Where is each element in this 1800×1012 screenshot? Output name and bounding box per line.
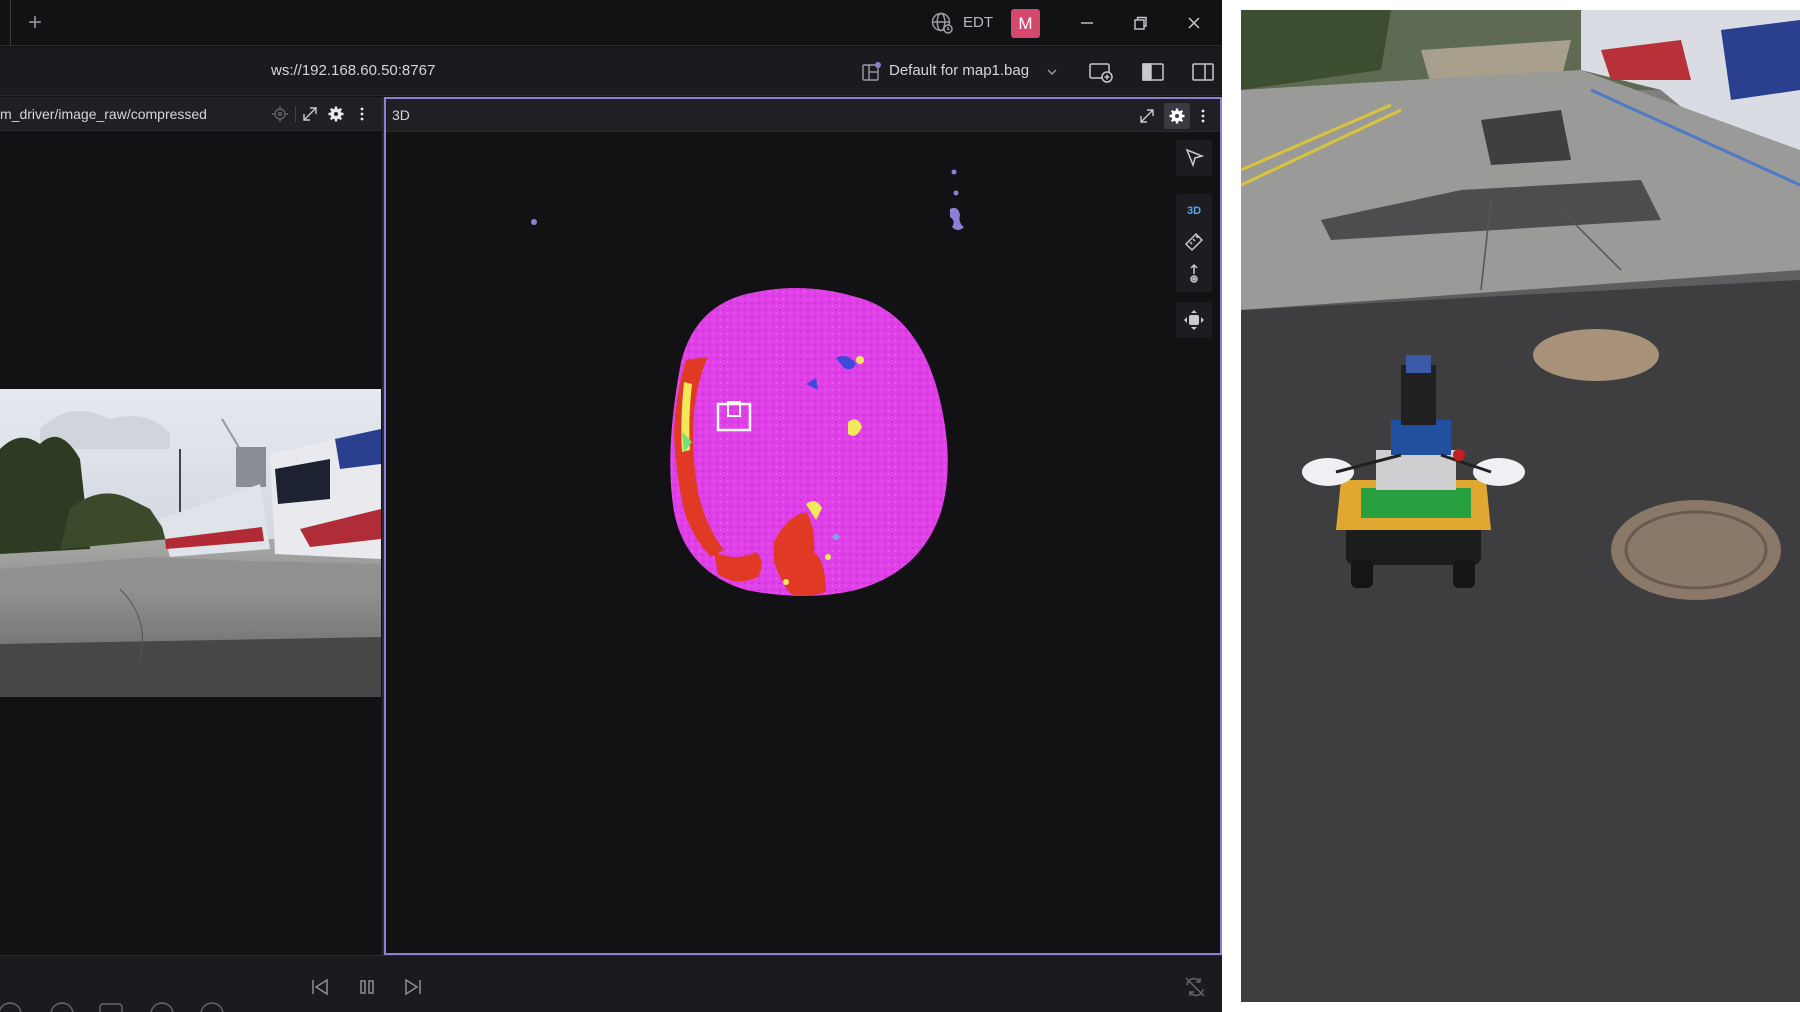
close-icon[interactable] — [1181, 10, 1207, 36]
left-sidebar-icon[interactable] — [1140, 59, 1166, 85]
more-icon[interactable] — [353, 105, 371, 123]
gear-icon[interactable] — [1168, 107, 1186, 125]
image-panel-title[interactable]: m_driver/image_raw/compressed — [0, 106, 207, 122]
expand-icon[interactable] — [1138, 107, 1156, 125]
expand-icon[interactable] — [301, 105, 319, 123]
obstacle-point — [825, 554, 831, 560]
obstacle-point — [783, 579, 789, 585]
skip-forward-icon[interactable] — [401, 975, 425, 999]
stray-point — [953, 190, 959, 196]
pause-icon[interactable] — [355, 975, 379, 999]
stray-point — [951, 169, 957, 175]
gear-icon[interactable] — [327, 105, 345, 123]
camera-move-button[interactable] — [1176, 302, 1212, 338]
ruler-icon[interactable] — [1182, 230, 1206, 254]
chevron-down-icon[interactable] — [1045, 65, 1059, 79]
select-cursor-icon — [1185, 148, 1205, 168]
add-panel-icon[interactable] — [1088, 59, 1114, 85]
threed-panel-title[interactable]: 3D — [392, 107, 410, 123]
right-sidebar-icon[interactable] — [1190, 59, 1216, 85]
camera-move-icon — [1184, 310, 1204, 330]
threed-viewport[interactable]: 3D — [386, 132, 1220, 953]
tab-separator — [10, 0, 11, 46]
robot-photo — [1241, 10, 1800, 1002]
threed-mode-toggle[interactable]: 3D — [1176, 205, 1212, 217]
image-panel-header: m_driver/image_raw/compressed — [0, 97, 382, 131]
obstacle-point — [856, 356, 864, 364]
connection-url[interactable]: ws://192.168.60.50:8767 — [271, 62, 435, 79]
camera-image — [0, 389, 381, 697]
timezone-label[interactable]: EDT — [963, 14, 993, 31]
new-tab-button[interactable]: + — [24, 10, 46, 36]
globe-icon[interactable] — [930, 11, 954, 35]
crosshair-icon[interactable] — [271, 105, 289, 123]
view-tools-group: 3D — [1176, 194, 1212, 292]
skip-back-icon[interactable] — [308, 975, 332, 999]
foxglove-app-window: + EDT M ws://192.168.60.50:8767 Default … — [0, 0, 1222, 1012]
layout-name[interactable]: Default for map1.bag — [889, 62, 1029, 79]
obstacle-point — [833, 534, 839, 540]
header-divider — [295, 106, 296, 122]
stray-point — [531, 219, 537, 225]
threed-panel-header: 3D — [386, 99, 1220, 132]
image-panel: m_driver/image_raw/compressed — [0, 97, 382, 955]
loop-icon[interactable] — [1183, 975, 1207, 999]
more-icon[interactable] — [1194, 107, 1212, 125]
minimize-icon[interactable] — [1074, 10, 1100, 36]
select-tool-button[interactable] — [1176, 140, 1212, 176]
publish-point-icon[interactable] — [1182, 262, 1206, 286]
threed-panel: 3D 3D — [384, 97, 1222, 955]
restore-icon[interactable] — [1127, 10, 1153, 36]
user-avatar[interactable]: M — [1011, 9, 1040, 38]
point-cloud — [531, 169, 964, 596]
title-bar: + EDT M — [0, 0, 1222, 46]
layout-icon[interactable] — [861, 61, 883, 83]
app-toolbar: ws://192.168.60.50:8767 Default for map1… — [0, 47, 1222, 96]
bottom-toolbar-icons — [0, 1002, 224, 1012]
stray-cluster — [950, 207, 964, 230]
playback-bar — [0, 955, 1222, 1012]
